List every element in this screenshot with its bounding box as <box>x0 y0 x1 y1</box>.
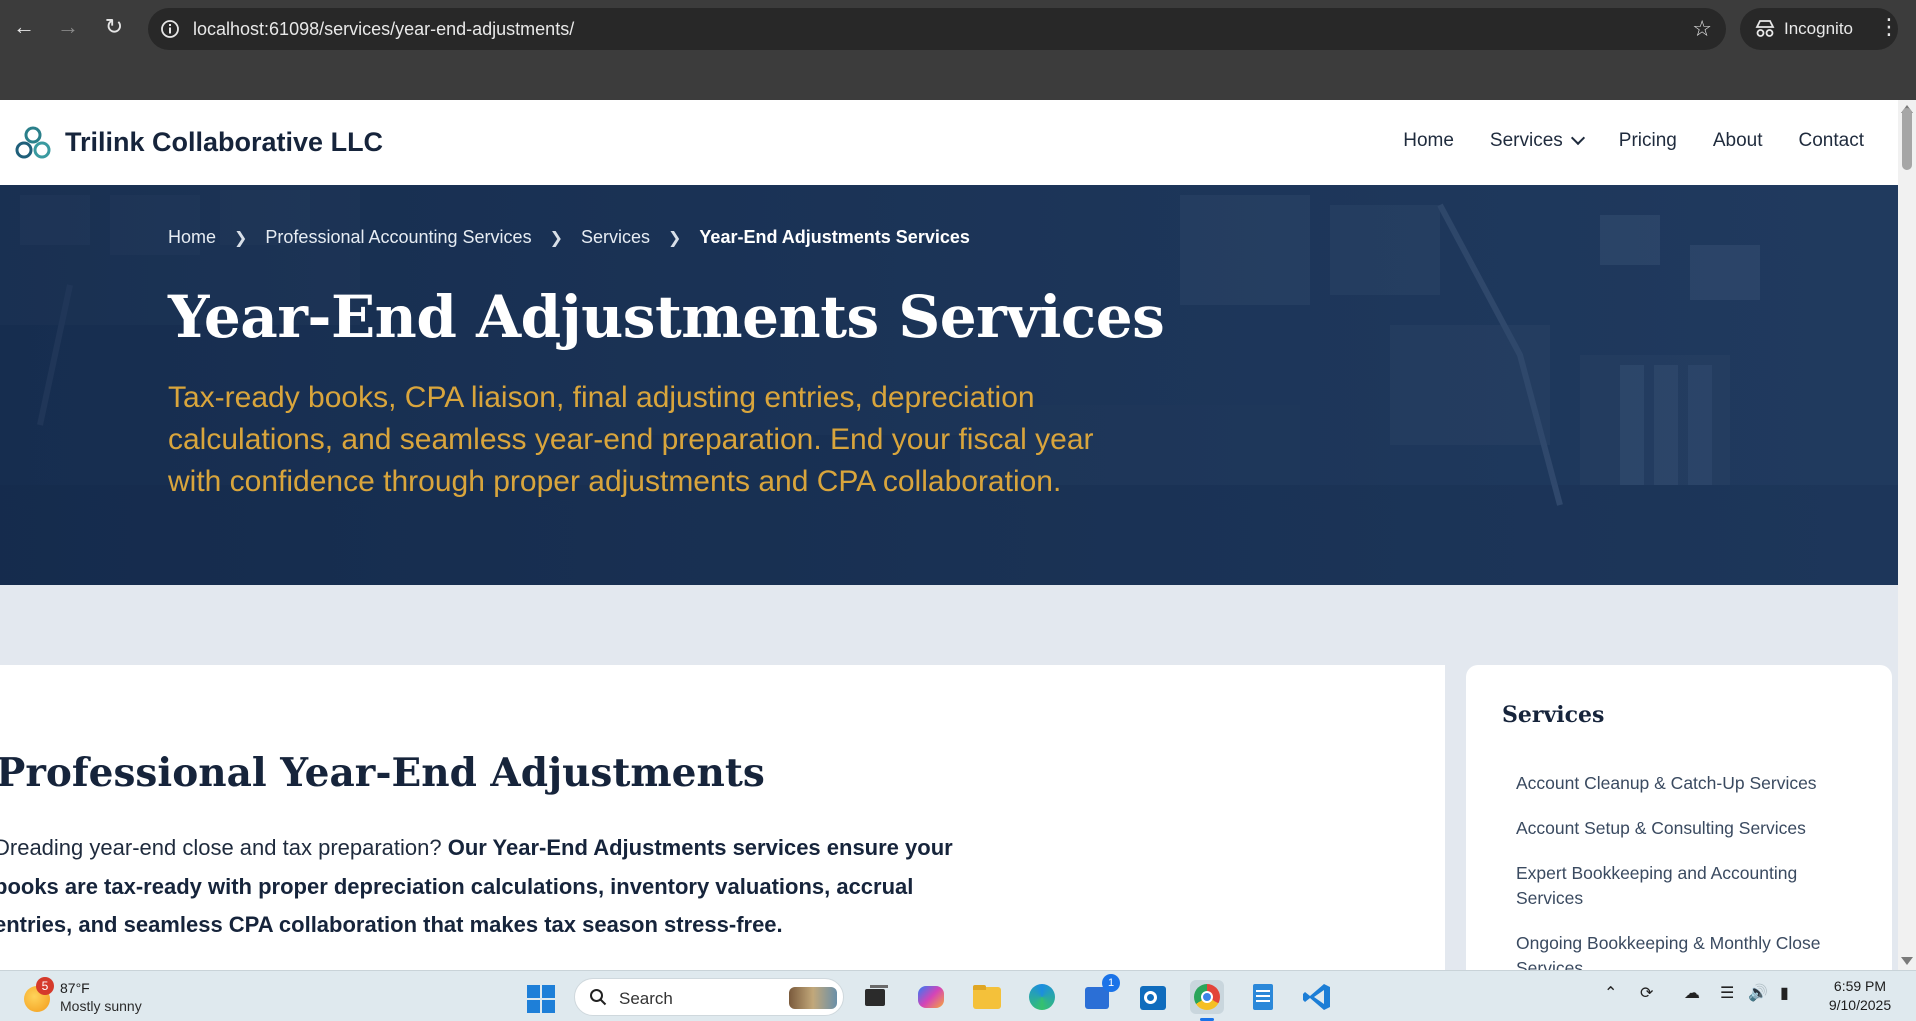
system-clock[interactable]: 6:59 PM 9/10/2025 <box>1810 977 1910 1015</box>
file-explorer-icon[interactable] <box>970 980 1004 1014</box>
back-arrow-icon[interactable]: ← <box>10 12 38 42</box>
notepad-icon[interactable] <box>1246 980 1280 1014</box>
sidebar-service-list: Account Cleanup & Catch-Up Services Acco… <box>1516 771 1856 970</box>
copilot-icon[interactable] <box>914 980 948 1014</box>
chevron-right-icon: ❯ <box>549 229 563 247</box>
brand-logo-icon[interactable] <box>15 126 51 160</box>
taskbar-search-label: Search <box>619 989 673 1008</box>
main-nav: Home Services Pricing About Contact <box>1367 130 1864 152</box>
sidebar-title: Services <box>1502 702 1605 728</box>
nav-about-label: About <box>1712 130 1763 151</box>
chrome-icon[interactable] <box>1190 980 1224 1014</box>
chevron-right-icon: ❯ <box>234 229 248 247</box>
breadcrumb-home[interactable]: Home <box>168 227 216 248</box>
search-icon <box>590 989 607 1006</box>
nav-pricing[interactable]: Pricing <box>1619 130 1677 152</box>
sidebar-item-account-cleanup[interactable]: Account Cleanup & Catch-Up Services <box>1516 771 1856 796</box>
address-bar[interactable]: localhost:61098/services/year-end-adjust… <box>148 8 1726 50</box>
chevron-down-icon <box>1570 130 1585 146</box>
scrollbar-thumb[interactable] <box>1902 108 1912 170</box>
weather-badge: 5 <box>36 977 54 995</box>
breadcrumb-professional-accounting[interactable]: Professional Accounting Services <box>265 227 531 248</box>
nav-home[interactable]: Home <box>1403 130 1454 152</box>
sidebar-item-account-setup[interactable]: Account Setup & Consulting Services <box>1516 816 1856 841</box>
browser-chrome: ← → ↻ localhost:61098/services/year-end-… <box>0 0 1916 100</box>
bookmark-star-icon[interactable]: ☆ <box>1692 17 1712 41</box>
site-header: Trilink Collaborative LLC Home Services … <box>0 100 1898 185</box>
weather-temp: 87°F <box>60 980 90 996</box>
volume-icon[interactable]: 🔊 <box>1748 983 1768 1003</box>
nav-contact[interactable]: Contact <box>1799 130 1864 152</box>
hero-subtitle: Tax-ready books, CPA liaison, final adju… <box>168 381 1094 498</box>
vscode-icon[interactable] <box>1300 980 1334 1014</box>
menu-kebab-icon[interactable]: ⋮ <box>1878 12 1900 42</box>
clock-time: 6:59 PM <box>1833 978 1887 994</box>
main-content-card: Professional Year-End Adjustments Dreadi… <box>0 665 1445 970</box>
nav-contact-label: Contact <box>1798 130 1864 151</box>
page-viewport: Trilink Collaborative LLC Home Services … <box>0 100 1898 970</box>
sidebar-item-ongoing-bookkeeping[interactable]: Ongoing Bookkeeping & Monthly Close Serv… <box>1516 931 1856 970</box>
sidebar-item-expert-bookkeeping[interactable]: Expert Bookkeeping and Accounting Servic… <box>1516 861 1856 911</box>
incognito-badge[interactable]: Incognito <box>1740 8 1898 50</box>
outlook-icon[interactable] <box>1136 980 1170 1014</box>
hero-section: Home ❯ Professional Accounting Services … <box>0 185 1898 585</box>
tray-chevron-up-icon[interactable]: ⌃ <box>1604 983 1617 1003</box>
breadcrumb-current: Year-End Adjustments Services <box>699 227 970 247</box>
store-badge: 1 <box>1102 974 1120 992</box>
onedrive-icon[interactable]: ☁ <box>1684 983 1700 1003</box>
scroll-down-icon[interactable] <box>1901 957 1913 965</box>
services-sidebar: Services Account Cleanup & Catch-Up Serv… <box>1466 665 1892 970</box>
site-info-icon[interactable] <box>158 17 182 41</box>
windows-start-icon[interactable] <box>527 985 555 1013</box>
nav-about[interactable]: About <box>1713 130 1763 152</box>
page-scrollbar[interactable] <box>1898 100 1916 970</box>
brand-name[interactable]: Trilink Collaborative LLC <box>65 127 383 158</box>
section-heading: Professional Year-End Adjustments <box>0 750 765 796</box>
store-icon[interactable]: 1 <box>1080 974 1120 1014</box>
breadcrumb: Home ❯ Professional Accounting Services … <box>168 227 970 248</box>
taskbar-search[interactable]: Search <box>574 978 844 1016</box>
breadcrumb-services[interactable]: Services <box>581 227 650 248</box>
nav-services[interactable]: Services <box>1489 130 1585 152</box>
wifi-icon[interactable]: ☰ <box>1720 983 1734 1003</box>
forward-arrow-icon[interactable]: → <box>54 12 82 42</box>
weather-desc: Mostly sunny <box>60 998 142 1014</box>
sync-icon[interactable]: ⟳ <box>1640 983 1653 1003</box>
edge-browser-icon[interactable] <box>1025 980 1059 1014</box>
nav-pricing-label: Pricing <box>1618 130 1677 151</box>
incognito-icon <box>1755 20 1775 37</box>
vscode-glyph-icon <box>1303 984 1330 1010</box>
chevron-right-icon: ❯ <box>668 229 682 247</box>
task-view-icon[interactable] <box>858 980 892 1014</box>
nav-home-label: Home <box>1403 130 1454 151</box>
intro-plain-text: Dreading year-end close and tax preparat… <box>0 835 448 860</box>
clock-date: 9/10/2025 <box>1828 997 1892 1013</box>
battery-icon[interactable]: ▮ <box>1780 983 1789 1003</box>
url-text[interactable]: localhost:61098/services/year-end-adjust… <box>193 19 574 40</box>
page-title: Year-End Adjustments Services <box>168 283 1165 351</box>
windows-taskbar: 5 87°F Mostly sunny Search 1 ⌃ ⟳ ☁ ☰ 🔊 ▮… <box>0 970 1916 1021</box>
search-highlight-image <box>789 987 837 1009</box>
reload-icon[interactable]: ↻ <box>100 12 128 42</box>
intro-paragraph: Dreading year-end close and tax preparat… <box>0 829 974 945</box>
incognito-label: Incognito <box>1784 19 1853 38</box>
weather-widget[interactable]: 5 87°F Mostly sunny <box>22 977 192 1017</box>
nav-services-label: Services <box>1489 130 1563 151</box>
